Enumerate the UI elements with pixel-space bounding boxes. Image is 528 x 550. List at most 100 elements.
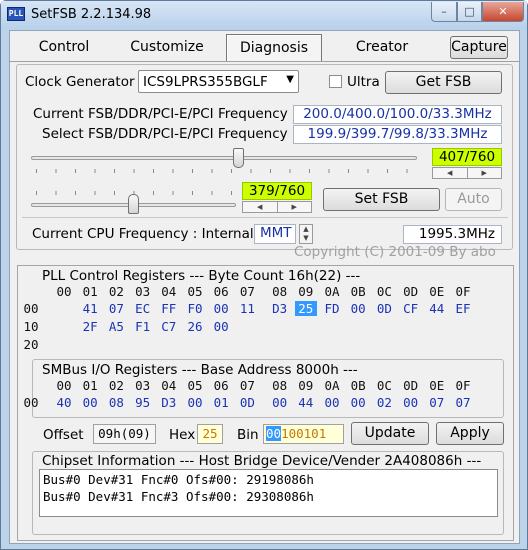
register-byte[interactable]: FD [321, 301, 343, 316]
register-column-header: 0E [429, 284, 445, 299]
register-byte[interactable]: F1 [132, 319, 154, 334]
register-byte[interactable]: 44 [426, 301, 448, 316]
register-column-header: 01 [82, 378, 98, 393]
register-byte[interactable]: 00 [347, 395, 369, 410]
register-byte[interactable]: 00 [347, 301, 369, 316]
register-column-header: 02 [108, 284, 124, 299]
fsb-slider-1-spinner[interactable]: ◀ ▶ [432, 167, 502, 179]
register-column-header: 07 [239, 284, 255, 299]
tab-diagnosis[interactable]: Diagnosis [226, 34, 322, 61]
up-arrow-icon[interactable]: ▲ [300, 225, 312, 234]
register-column-header: 00 [56, 284, 72, 299]
fsb-slider-1-thumb[interactable] [232, 148, 244, 168]
fsb-slider-1-track[interactable] [31, 156, 417, 160]
register-byte[interactable]: 00 [79, 395, 101, 410]
register-byte[interactable]: 07 [426, 395, 448, 410]
smbus-register-grid: 00 01 02 03 04 05 06 07 08 09 0A 0B 0C 0D 0E 0F 00 40 00 08… [23, 378, 510, 414]
down-arrow-icon[interactable]: ▼ [300, 234, 312, 243]
register-byte[interactable]: 2F [79, 319, 101, 334]
bin-label: Bin [237, 427, 259, 443]
register-column-header: 03 [135, 284, 151, 299]
chipset-line: Bus#0 Dev#31 Fnc#3 Ofs#00: 29308086h [43, 489, 314, 504]
register-byte[interactable]: 95 [132, 395, 154, 410]
register-byte[interactable]: CF [400, 301, 422, 316]
register-byte[interactable]: 07 [105, 301, 127, 316]
set-fsb-button[interactable]: Set FSB [323, 188, 440, 211]
app-icon: PLL [7, 7, 25, 21]
hex-field[interactable]: 25 [197, 424, 223, 444]
maximize-button[interactable]: □ [457, 2, 482, 22]
register-row-address: 00 [23, 301, 39, 316]
fsb-slider-1-value: 407/760 [432, 148, 502, 166]
register-byte[interactable]: C7 [158, 319, 180, 334]
register-byte[interactable]: 25 [294, 301, 317, 316]
ultra-checkbox[interactable] [329, 75, 342, 88]
register-byte[interactable]: 26 [184, 319, 206, 334]
offset-label: Offset [43, 427, 84, 443]
update-button[interactable]: Update [351, 422, 429, 445]
register-byte[interactable]: 07 [452, 395, 474, 410]
capture-button[interactable]: Capture [450, 36, 508, 59]
left-arrow-icon[interactable]: ◀ [243, 202, 277, 212]
register-byte[interactable]: 00 [269, 395, 291, 410]
cpu-mode-spinner[interactable]: ▲ ▼ [299, 224, 313, 244]
register-byte[interactable]: 41 [79, 301, 101, 316]
clock-generator-label: Clock Generator [25, 74, 135, 90]
minimize-icon: – [441, 5, 447, 18]
register-byte[interactable]: 0D [373, 301, 395, 316]
tab-control[interactable]: Control [18, 34, 110, 61]
register-byte[interactable]: 00 [210, 319, 232, 334]
register-byte[interactable]: 0D [236, 395, 258, 410]
register-byte[interactable]: 02 [373, 395, 395, 410]
fsb-slider-2-spinner[interactable]: ◀ ▶ [242, 201, 312, 213]
clock-generator-select[interactable]: ICS9LPRS355BGLF ▼ [138, 70, 299, 93]
clock-generator-value: ICS9LPRS355BGLF [143, 74, 268, 90]
register-byte[interactable]: 40 [53, 395, 75, 410]
pll-register-grid: 00 01 02 03 04 05 06 07 08 09 0A 0B 0C 0D 0E 0F 00 41 07 EC… [23, 284, 510, 354]
left-arrow-icon[interactable]: ◀ [433, 168, 467, 178]
register-byte[interactable]: 01 [210, 395, 232, 410]
apply-button[interactable]: Apply [436, 422, 504, 445]
register-byte[interactable]: 11 [236, 301, 258, 316]
register-panel: PLL Control Registers --- Byte Count 16h… [17, 265, 514, 541]
register-byte[interactable]: 00 [321, 395, 343, 410]
auto-button[interactable]: Auto [445, 188, 502, 211]
register-byte[interactable]: D3 [269, 301, 291, 316]
close-button[interactable]: ✕ [482, 2, 524, 22]
register-byte[interactable]: 00 [184, 395, 206, 410]
register-column-header: 0B [350, 284, 366, 299]
register-byte[interactable]: 08 [105, 395, 127, 410]
chevron-down-icon: ▼ [286, 74, 294, 85]
bin-selected-bits: 00 [266, 426, 282, 441]
register-byte[interactable]: 44 [295, 395, 317, 410]
register-column-header: 0D [403, 284, 419, 299]
register-byte[interactable]: D3 [158, 395, 180, 410]
register-byte[interactable]: 00 [400, 395, 422, 410]
pll-title: PLL Control Registers --- Byte Count 16h… [42, 268, 361, 284]
register-column-header: 0D [403, 378, 419, 393]
minimize-button[interactable]: – [431, 2, 457, 22]
register-column-header: 0C [376, 378, 392, 393]
title-bar[interactable]: PLL SetFSB 2.2.134.98 – □ ✕ [1, 1, 527, 29]
window-frame: PLL SetFSB 2.2.134.98 – □ ✕ Control Cust… [0, 0, 528, 550]
bin-field[interactable]: 00100101 [263, 424, 344, 444]
right-arrow-icon[interactable]: ▶ [276, 202, 312, 212]
register-column-header: 04 [161, 284, 177, 299]
current-frequency-label: Current FSB/DDR/PCI-E/PCI Frequency [33, 106, 288, 122]
register-byte[interactable]: 00 [210, 301, 232, 316]
separator [22, 217, 508, 218]
register-byte[interactable]: F0 [184, 301, 206, 316]
register-byte[interactable]: FF [158, 301, 180, 316]
hex-label: Hex [169, 427, 196, 443]
register-column-header: 01 [82, 284, 98, 299]
tab-customize[interactable]: Customize [118, 34, 216, 61]
tab-creator[interactable]: Creator [335, 34, 429, 61]
cpu-mode-field[interactable]: MMT [254, 224, 296, 244]
get-fsb-button[interactable]: Get FSB [385, 71, 502, 94]
fsb-slider-2-thumb[interactable] [128, 194, 140, 214]
register-byte[interactable]: EF [452, 301, 474, 316]
register-byte[interactable]: EC [132, 301, 154, 316]
register-column-header: 09 [298, 378, 314, 393]
right-arrow-icon[interactable]: ▶ [466, 168, 502, 178]
register-byte[interactable]: A5 [105, 319, 127, 334]
